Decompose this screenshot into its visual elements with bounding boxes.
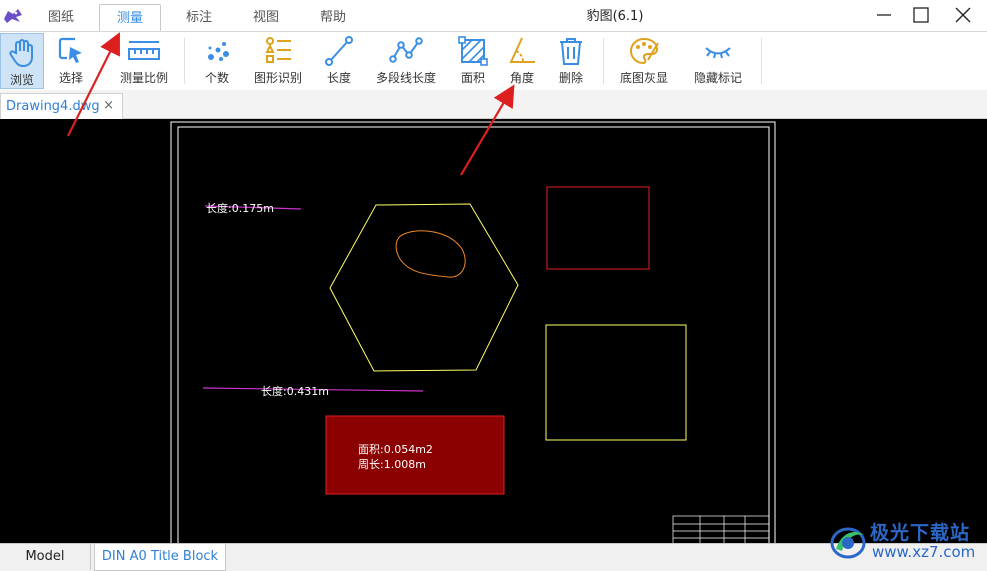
red-rectangle: [546, 186, 650, 270]
delete-tool[interactable]: 删除: [550, 32, 592, 90]
hide-marks-tool[interactable]: 隐藏标记: [687, 32, 749, 90]
measure-scale-tool[interactable]: 测量比例: [114, 32, 174, 90]
close-icon[interactable]: [950, 4, 976, 26]
count-label: 个数: [204, 71, 229, 85]
area-hatch-icon: [458, 36, 488, 66]
length-label-1: 长度:0.175m: [206, 201, 274, 215]
polyline-icon: [389, 37, 423, 63]
measure-scale-label: 测量比例: [119, 71, 168, 85]
minimize-icon[interactable]: [871, 4, 897, 26]
browse-label: 浏览: [9, 73, 34, 87]
document-tab-name: Drawing4.dwg: [6, 99, 100, 114]
yellow-square: [545, 324, 687, 441]
watermark-logo-icon: [830, 527, 866, 559]
document-tab[interactable]: Drawing4.dwg ×: [0, 93, 123, 119]
eye-closed-icon: [705, 47, 731, 59]
polyline-length-label: 多段线长度: [375, 71, 436, 85]
toolbar-divider: [184, 38, 185, 84]
hexagon-shape: [329, 203, 519, 372]
hand-icon: [9, 39, 33, 68]
angle-label: 角度: [509, 71, 534, 85]
polyline-length-tool[interactable]: 多段线长度: [371, 32, 441, 90]
watermark-url: www.xz7.com: [872, 543, 976, 561]
watermark: 极光下载站 www.xz7.com: [828, 517, 983, 565]
select-cursor-icon: [58, 37, 82, 63]
length-label: 长度: [326, 71, 351, 85]
area-label: 面积: [460, 71, 485, 85]
palette-icon: [629, 37, 659, 65]
title-bar: 图纸 测量 标注 视图 帮助 豹图(6.1): [0, 0, 987, 33]
count-tool[interactable]: 个数: [197, 32, 237, 90]
tab-title-block[interactable]: DIN A0 Title Block: [94, 544, 226, 571]
angle-icon: [509, 37, 535, 63]
title-block: [672, 515, 770, 543]
tab-model[interactable]: Model: [0, 544, 91, 570]
document-tab-bar: Drawing4.dwg ×: [0, 90, 987, 119]
base-gray-label: 底图灰显: [619, 71, 668, 85]
tab-help[interactable]: 帮助: [310, 0, 356, 32]
select-label: 选择: [58, 71, 83, 85]
tab-annotate[interactable]: 标注: [176, 0, 222, 32]
toolbar-divider: [603, 38, 604, 84]
browse-tool[interactable]: 浏览: [0, 33, 44, 89]
drawing-svg: 长度:0.175m 长度:0.431m 面积:0.054m2 周长:1.008m: [170, 121, 776, 543]
trash-icon: [560, 38, 582, 65]
area-value-label: 面积:0.054m2: [358, 443, 433, 456]
length-label-2: 长度:0.431m: [261, 384, 329, 398]
shape-list-icon: [265, 37, 291, 63]
freeform-outline-orange: [395, 230, 466, 278]
length-line-icon: [325, 36, 353, 66]
maximize-icon[interactable]: [908, 4, 934, 26]
ribbon-toolbar: 浏览 选择 测量比例 个数 图形识别 长度 多段线长度 面积 角度 删除 底图灰…: [0, 31, 987, 91]
window-title: 豹图(6.1): [586, 9, 644, 24]
hide-marks-label: 隐藏标记: [693, 71, 742, 85]
close-tab-icon[interactable]: ×: [103, 98, 114, 113]
toolbar-divider: [761, 38, 762, 84]
delete-label: 删除: [558, 71, 583, 85]
base-gray-tool[interactable]: 底图灰显: [613, 32, 675, 90]
dots-icon: [208, 42, 229, 61]
select-tool[interactable]: 选择: [50, 32, 92, 90]
tab-drawing[interactable]: 图纸: [38, 0, 84, 32]
length-tool[interactable]: 长度: [318, 32, 360, 90]
drawing-canvas[interactable]: 长度:0.175m 长度:0.431m 面积:0.054m2 周长:1.008m: [0, 119, 987, 543]
shape-recognition-label: 图形识别: [253, 71, 302, 85]
area-tool[interactable]: 面积: [452, 32, 494, 90]
app-logo-icon: [4, 9, 22, 23]
ruler-icon: [128, 41, 160, 60]
tab-view[interactable]: 视图: [243, 0, 289, 32]
shape-recognition-tool[interactable]: 图形识别: [247, 32, 309, 90]
watermark-brand: 极光下载站: [870, 522, 971, 544]
tab-measure[interactable]: 测量: [99, 4, 161, 33]
perimeter-value-label: 周长:1.008m: [358, 458, 426, 471]
angle-tool[interactable]: 角度: [501, 32, 543, 90]
